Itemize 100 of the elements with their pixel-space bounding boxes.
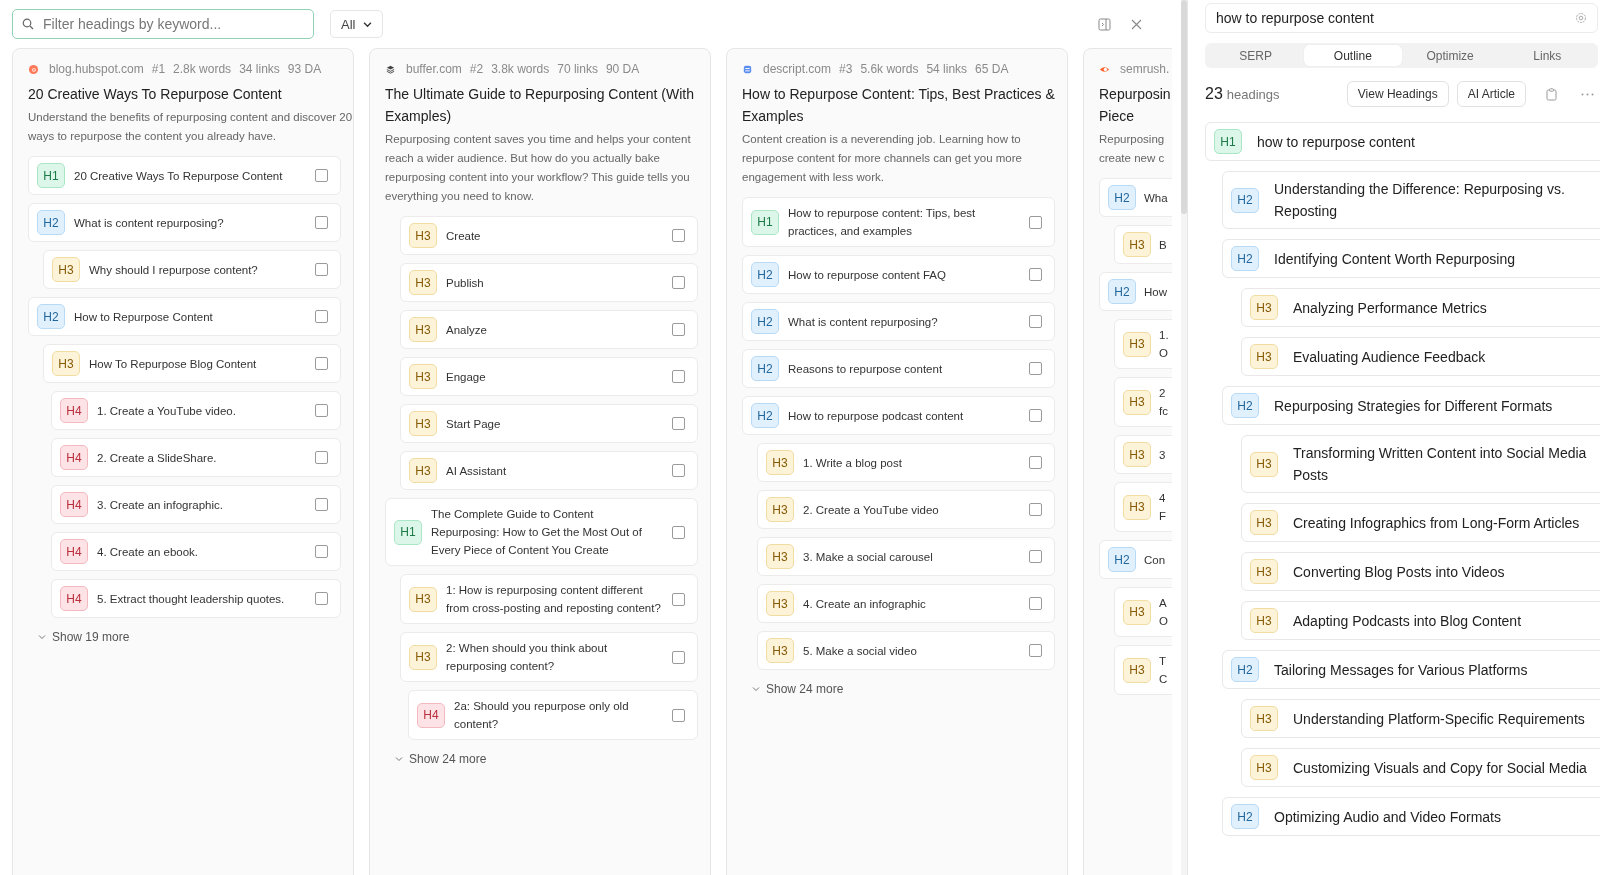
outline-row[interactable]: H3 Transforming Written Content into Social Media Posts — [1241, 435, 1600, 493]
heading-row[interactable]: H2 Wha — [1099, 178, 1172, 217]
show-more-button[interactable]: Show 24 more — [395, 752, 487, 766]
heading-checkbox[interactable] — [315, 592, 328, 605]
heading-row[interactable]: H3 Create — [400, 216, 698, 255]
heading-checkbox[interactable] — [1029, 503, 1042, 516]
heading-row[interactable]: H3 Analyze — [400, 310, 698, 349]
heading-checkbox[interactable] — [672, 525, 685, 539]
heading-row[interactable]: H3 1. O — [1114, 319, 1172, 369]
heading-row[interactable]: H3 1. Write a blog post — [757, 443, 1055, 482]
outline-row[interactable]: H2 Tailoring Messages for Various Platforms — [1222, 650, 1600, 689]
outline-row[interactable]: H3 Converting Blog Posts into Videos — [1241, 552, 1600, 591]
toolbar-button[interactable]: AI Article — [1456, 81, 1526, 107]
heading-checkbox[interactable] — [1029, 550, 1042, 563]
heading-row[interactable]: H3 2: When should you think about repurposing content? — [400, 632, 698, 682]
heading-row[interactable]: H2 Reasons to repurpose content — [742, 349, 1055, 388]
heading-row[interactable]: H3 Start Page — [400, 404, 698, 443]
heading-row[interactable]: H3 Publish — [400, 263, 698, 302]
toolbar-button[interactable]: View Headings — [1346, 81, 1449, 107]
heading-row[interactable]: H1 The Complete Guide to Content Repurposing: How to Get the Most Out of Every Piece of Content You Create — [385, 498, 698, 566]
heading-checkbox[interactable] — [1029, 597, 1042, 610]
close-icon[interactable] — [1131, 18, 1142, 30]
outline-row[interactable]: H3 Creating Infographics from Long-Form Articles — [1241, 503, 1600, 542]
heading-checkbox[interactable] — [1029, 644, 1042, 657]
heading-checkbox[interactable] — [672, 276, 685, 289]
heading-row[interactable]: H3 Why should I repurpose content? — [43, 250, 341, 289]
heading-checkbox[interactable] — [672, 650, 685, 664]
heading-row[interactable]: H3 5. Make a social video — [757, 631, 1055, 670]
outline-row[interactable]: H3 Analyzing Performance Metrics — [1241, 288, 1600, 327]
panel-tab[interactable]: Links — [1498, 45, 1596, 66]
heading-checkbox[interactable] — [672, 464, 685, 477]
heading-row[interactable]: H3 4 F — [1114, 482, 1172, 532]
heading-row[interactable]: H3 2 fc — [1114, 377, 1172, 427]
heading-row[interactable]: H1 20 Creative Ways To Repurpose Content — [28, 156, 341, 195]
heading-checkbox[interactable] — [1029, 268, 1042, 281]
scrollbar[interactable] — [1181, 0, 1187, 875]
heading-row[interactable]: H2 How to repurpose content FAQ — [742, 255, 1055, 294]
heading-row[interactable]: H2 Con — [1099, 540, 1172, 579]
heading-checkbox[interactable] — [1029, 456, 1042, 469]
panel-tab[interactable]: SERP — [1207, 45, 1305, 66]
heading-checkbox[interactable] — [672, 323, 685, 336]
outline-row[interactable]: H2 Optimizing Audio and Video Formats — [1222, 797, 1600, 836]
heading-row[interactable]: H2 How — [1099, 272, 1172, 311]
heading-checkbox[interactable] — [1029, 215, 1042, 229]
heading-row[interactable]: H3 A O — [1114, 587, 1172, 637]
heading-checkbox[interactable] — [672, 229, 685, 242]
outline-row[interactable]: H3 Understanding Platform-Specific Requirements — [1241, 699, 1600, 738]
outline-row[interactable]: H1 how to repurpose content — [1205, 122, 1600, 161]
outline-row[interactable]: H2 Repurposing Strategies for Different Formats — [1222, 386, 1600, 425]
heading-row[interactable]: H2 What is content repurposing? — [28, 203, 341, 242]
filter-field[interactable]: Filter headings by keyword... — [12, 9, 314, 39]
outline-row[interactable]: H2 Understanding the Difference: Repurposing vs. Reposting — [1222, 171, 1600, 229]
heading-row[interactable]: H3 T C — [1114, 645, 1172, 695]
settings-icon[interactable] — [1575, 12, 1587, 24]
outline-row[interactable]: H3 Customizing Visuals and Copy for Social Media — [1241, 748, 1600, 787]
outline-row[interactable]: H3 Evaluating Audience Feedback — [1241, 337, 1600, 376]
heading-row[interactable]: H4 3. Create an infographic. — [51, 485, 341, 524]
heading-row[interactable]: H4 4. Create an ebook. — [51, 532, 341, 571]
heading-checkbox[interactable] — [315, 263, 328, 276]
outline-row[interactable]: H3 Adapting Podcasts into Blog Content — [1241, 601, 1600, 640]
heading-row[interactable]: H3 1: How is repurposing content different from cross-posting and reposting content? — [400, 574, 698, 624]
heading-row[interactable]: H3 AI Assistant — [400, 451, 698, 490]
level-filter-dropdown[interactable]: All — [330, 10, 384, 38]
heading-checkbox[interactable] — [315, 451, 328, 464]
heading-row[interactable]: H2 What is content repurposing? — [742, 302, 1055, 341]
heading-row[interactable]: H4 5. Extract thought leadership quotes. — [51, 579, 341, 618]
heading-row[interactable]: H2 How to Repurpose Content — [28, 297, 341, 336]
panel-tab[interactable]: Outline — [1304, 45, 1402, 66]
heading-row[interactable]: H3 3 — [1114, 435, 1172, 474]
heading-checkbox[interactable] — [1029, 315, 1042, 328]
heading-checkbox[interactable] — [672, 417, 685, 430]
heading-checkbox[interactable] — [315, 404, 328, 417]
heading-checkbox[interactable] — [315, 169, 328, 182]
heading-checkbox[interactable] — [315, 498, 328, 511]
heading-row[interactable]: H3 How To Repurpose Blog Content — [43, 344, 341, 383]
show-more-button[interactable]: Show 24 more — [752, 682, 844, 696]
outline-row[interactable]: H2 Identifying Content Worth Repurposing — [1222, 239, 1600, 278]
heading-row[interactable]: H4 1. Create a YouTube video. — [51, 391, 341, 430]
heading-row[interactable]: H3 Engage — [400, 357, 698, 396]
heading-checkbox[interactable] — [672, 708, 685, 722]
heading-row[interactable]: H3 2. Create a YouTube video — [757, 490, 1055, 529]
heading-row[interactable]: H1 How to repurpose content: Tips, best practices, and examples — [742, 197, 1055, 247]
side-panel-icon[interactable] — [1098, 17, 1111, 31]
heading-row[interactable]: H3 3. Make a social carousel — [757, 537, 1055, 576]
heading-checkbox[interactable] — [1029, 409, 1042, 422]
heading-checkbox[interactable] — [315, 357, 328, 370]
show-more-button[interactable]: Show 19 more — [38, 630, 130, 644]
panel-tab[interactable]: Optimize — [1401, 45, 1499, 66]
heading-checkbox[interactable] — [1029, 362, 1042, 375]
heading-row[interactable]: H3 B — [1114, 225, 1172, 264]
heading-row[interactable]: H3 4. Create an infographic — [757, 584, 1055, 623]
heading-checkbox[interactable] — [672, 592, 685, 606]
heading-checkbox[interactable] — [315, 216, 328, 229]
heading-checkbox[interactable] — [315, 310, 328, 323]
heading-row[interactable]: H4 2a: Should you repurpose only old content? — [408, 690, 698, 740]
keyword-field[interactable]: how to repurpose content — [1205, 3, 1598, 33]
heading-row[interactable]: H2 How to repurpose podcast content — [742, 396, 1055, 435]
heading-checkbox[interactable] — [672, 370, 685, 383]
heading-checkbox[interactable] — [315, 545, 328, 558]
heading-row[interactable]: H4 2. Create a SlideShare. — [51, 438, 341, 477]
